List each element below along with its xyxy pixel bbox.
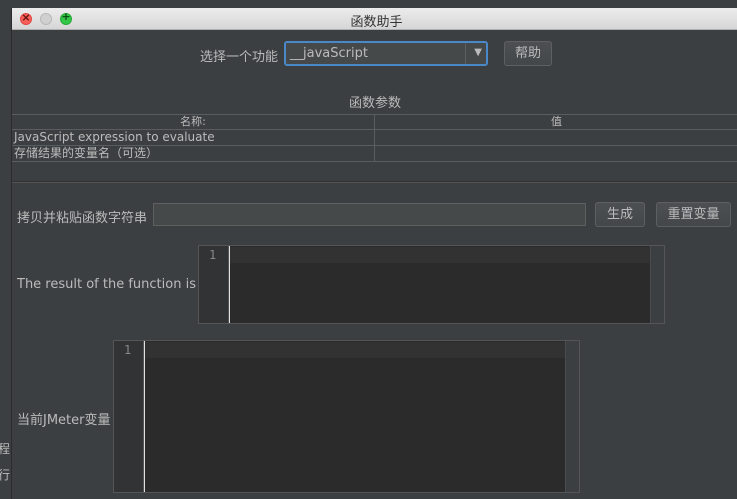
column-header-name[interactable]: 名称:: [12, 115, 375, 129]
params-grid: 名称: 值 JavaScript expression to evaluate …: [12, 114, 737, 162]
vertical-scrollbar[interactable]: [650, 246, 664, 323]
result-editor[interactable]: 1: [198, 245, 665, 324]
line-number-gutter: 1: [114, 341, 144, 492]
params-heading: 函数参数: [349, 96, 402, 111]
reset-variables-button[interactable]: 重置变量: [656, 202, 731, 227]
window-title: 函数助手: [350, 15, 403, 30]
function-helper-dialog: × + 函数助手 选择一个功能 __javaScript ▼ 帮助 函数参数 名…: [11, 8, 737, 499]
vertical-scrollbar[interactable]: [565, 341, 579, 492]
param-value-cell[interactable]: [375, 130, 737, 145]
chevron-down-icon[interactable]: ▼: [474, 47, 482, 58]
generate-button[interactable]: 生成: [595, 202, 645, 227]
copy-function-label: 拷贝并粘贴函数字符串: [17, 211, 148, 226]
function-string-input[interactable]: [153, 203, 586, 226]
result-label: The result of the function is: [17, 277, 196, 292]
param-name-cell[interactable]: 存储结果的变量名（可选）: [12, 146, 375, 161]
function-select-value: __javaScript: [290, 46, 368, 61]
caret: [144, 341, 145, 492]
help-button[interactable]: 帮助: [504, 41, 552, 66]
line-number: 1: [209, 248, 217, 262]
section-divider: [12, 181, 737, 183]
current-line-highlight: [145, 342, 565, 358]
line-number-gutter: 1: [199, 246, 229, 323]
select-separator: [465, 43, 466, 64]
current-line-highlight: [230, 247, 650, 263]
function-select-label: 选择一个功能: [200, 50, 279, 65]
table-row[interactable]: JavaScript expression to evaluate: [12, 130, 737, 146]
param-value-cell[interactable]: [375, 146, 737, 161]
params-table: 名称: 值 JavaScript expression to evaluate …: [12, 114, 737, 184]
jmeter-variables-label: 当前JMeter变量: [17, 413, 111, 428]
table-row[interactable]: 存储结果的变量名（可选）: [12, 146, 737, 162]
function-select[interactable]: __javaScript ▼: [284, 41, 488, 66]
column-header-value[interactable]: 值: [375, 115, 737, 129]
caret: [229, 246, 230, 323]
title-bar: × + 函数助手: [12, 8, 737, 30]
param-name-cell[interactable]: JavaScript expression to evaluate: [12, 130, 375, 145]
jmeter-variables-editor[interactable]: 1: [113, 340, 580, 493]
table-header: 名称: 值: [12, 115, 737, 130]
line-number: 1: [124, 343, 132, 357]
